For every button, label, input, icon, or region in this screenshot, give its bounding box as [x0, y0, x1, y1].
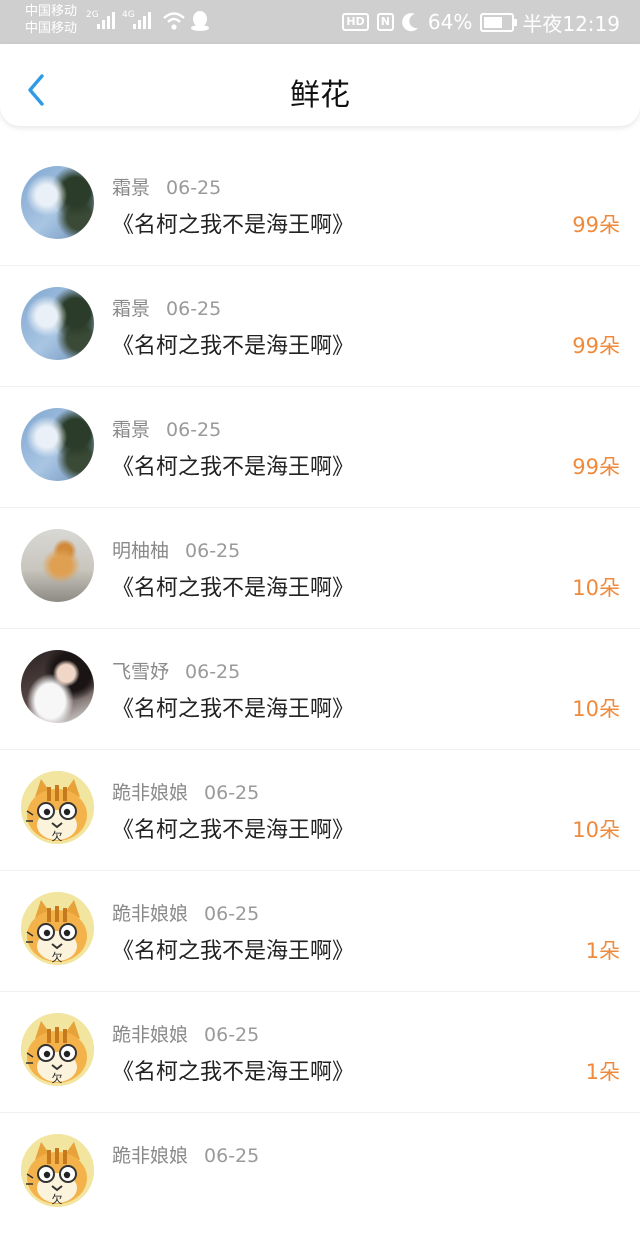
book-title: 《名柯之我不是海王啊》: [112, 213, 355, 238]
list-item[interactable]: 霜景 06-25 《名柯之我不是海王啊》 99朵: [0, 266, 640, 387]
username: 跪非娘娘: [112, 782, 189, 804]
signal-icon: [97, 12, 115, 29]
date: 06-25: [166, 419, 222, 441]
avatar[interactable]: [21, 166, 94, 239]
record-meta: 跪非娘娘 06-25: [112, 1020, 259, 1047]
avatar[interactable]: [21, 529, 94, 602]
book-title: 《名柯之我不是海王啊》: [112, 576, 355, 601]
flower-list: 霜景 06-25 《名柯之我不是海王啊》 99朵 霜景 06-25 《名柯之我不是海王啊》 9…: [0, 145, 640, 1233]
avatar[interactable]: 欠: [21, 771, 94, 844]
list-item[interactable]: 明柚柚 06-25 《名柯之我不是海王啊》 10朵: [0, 508, 640, 629]
list-item[interactable]: 霜景 06-25 《名柯之我不是海王啊》 99朵: [0, 387, 640, 508]
clock: 半夜12:19: [522, 11, 620, 36]
cartoon-avatar-image: 欠: [21, 771, 94, 844]
date: 06-25: [204, 1024, 260, 1046]
svg-text:欠: 欠: [52, 829, 63, 843]
carrier-1: 中国移动: [25, 4, 78, 19]
date: 06-25: [204, 903, 260, 925]
flower-count: 10朵: [572, 697, 620, 721]
date: 06-25: [166, 298, 222, 320]
status-right: HD N 64% 半夜12:19: [342, 8, 620, 36]
avatar[interactable]: 欠: [21, 892, 94, 965]
list-item[interactable]: 欠 跪非娘娘 06-25 《名柯之我不是海王啊》 1朵: [0, 871, 640, 992]
nfc-icon: N: [376, 13, 394, 31]
date: 06-25: [166, 177, 222, 199]
avatar[interactable]: 欠: [21, 1134, 94, 1207]
username: 跪非娘娘: [112, 903, 189, 925]
cartoon-avatar-image: 欠: [21, 1134, 94, 1207]
flower-count: 99朵: [572, 334, 620, 358]
book-title: 《名柯之我不是海王啊》: [112, 697, 355, 722]
list-item[interactable]: 霜景 06-25 《名柯之我不是海王啊》 99朵: [0, 145, 640, 266]
username: 跪非娘娘: [112, 1145, 189, 1167]
qq-icon: [191, 11, 209, 31]
avatar[interactable]: 欠: [21, 1013, 94, 1086]
wifi-icon: [163, 12, 185, 30]
record-meta: 明柚柚 06-25: [112, 536, 240, 563]
record-meta: 霜景 06-25: [112, 294, 221, 321]
flower-count: 1朵: [585, 939, 620, 963]
date: 06-25: [204, 782, 260, 804]
status-bar: 中国移动 中国移动 2G 4G HD N 64% 半夜12:19: [0, 0, 640, 44]
book-title: 《名柯之我不是海王啊》: [112, 818, 355, 843]
carrier-2: 中国移动: [25, 21, 78, 36]
book-title: 《名柯之我不是海王啊》: [112, 334, 355, 359]
signal-icon: [133, 12, 151, 29]
record-meta: 跪非娘娘 06-25: [112, 899, 259, 926]
username: 跪非娘娘: [112, 1024, 189, 1046]
username: 明柚柚: [112, 540, 170, 562]
record-meta: 跪非娘娘 06-25: [112, 778, 259, 805]
date: 06-25: [185, 661, 241, 683]
list-item[interactable]: 欠 跪非娘娘 06-25: [0, 1113, 640, 1233]
avatar[interactable]: [21, 408, 94, 481]
username: 霜景: [112, 177, 151, 199]
carrier-labels: 中国移动 中国移动: [25, 3, 77, 37]
svg-text:欠: 欠: [52, 950, 63, 964]
flower-count: 99朵: [572, 213, 620, 237]
book-title: 《名柯之我不是海王啊》: [112, 455, 355, 480]
flower-count: 10朵: [572, 576, 620, 600]
username: 霜景: [112, 298, 151, 320]
avatar[interactable]: [21, 650, 94, 723]
record-meta: 跪非娘娘 06-25: [112, 1141, 259, 1168]
list-item[interactable]: 欠 跪非娘娘 06-25 《名柯之我不是海王啊》 1朵: [0, 992, 640, 1113]
moon-icon: [402, 13, 418, 32]
record-meta: 霜景 06-25: [112, 415, 221, 442]
hd-icon: HD: [342, 13, 369, 31]
book-title: 《名柯之我不是海王啊》: [112, 1060, 355, 1085]
flower-count: 99朵: [572, 455, 620, 479]
record-meta: 霜景 06-25: [112, 173, 221, 200]
date: 06-25: [204, 1145, 260, 1167]
date: 06-25: [185, 540, 241, 562]
battery-icon: [480, 12, 518, 32]
flower-count: 10朵: [572, 818, 620, 842]
record-meta: 飞雪妤 06-25: [112, 657, 240, 684]
username: 飞雪妤: [112, 661, 170, 683]
page-title: 鲜花: [290, 78, 350, 113]
cartoon-avatar-image: 欠: [21, 892, 94, 965]
list-item[interactable]: 飞雪妤 06-25 《名柯之我不是海王啊》 10朵: [0, 629, 640, 750]
book-title: 《名柯之我不是海王啊》: [112, 939, 355, 964]
svg-text:欠: 欠: [52, 1192, 63, 1206]
battery-percent: 64%: [427, 10, 473, 34]
svg-text:欠: 欠: [52, 1071, 63, 1085]
nav-bar: 鲜花: [0, 44, 640, 126]
cartoon-avatar-image: 欠: [21, 1013, 94, 1086]
list-item[interactable]: 欠 跪非娘娘 06-25 《名柯之我不是海王啊》 10朵: [0, 750, 640, 871]
flower-count: 1朵: [585, 1060, 620, 1084]
username: 霜景: [112, 419, 151, 441]
avatar[interactable]: [21, 287, 94, 360]
